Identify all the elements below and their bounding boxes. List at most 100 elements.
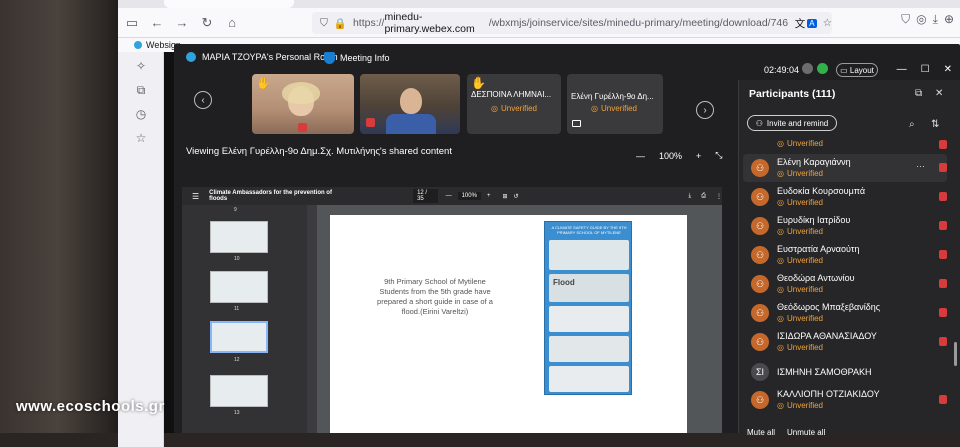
pdf-zoom-in-icon[interactable]: + <box>487 193 491 199</box>
green-status-icon[interactable] <box>817 63 828 74</box>
search-icon[interactable]: ⌕ <box>909 119 915 130</box>
pdf-more-icon[interactable]: ⋮ <box>716 193 722 200</box>
participant-row[interactable]: ⚇ ΚΑΛΛΙΟΠΗ ΟΤΖΙΑΚΙΔΟΥ Unverified <box>743 386 947 414</box>
layout-button[interactable]: ▭ Layout <box>836 63 878 77</box>
video-tile-2[interactable] <box>360 74 460 134</box>
mic-muted-icon[interactable] <box>939 221 947 230</box>
mic-muted-icon[interactable] <box>939 308 947 317</box>
sidebar-toggle-icon[interactable]: ▭ <box>121 12 143 34</box>
tile-status: Unverified <box>591 104 637 113</box>
pdf-toolbar: ☰ Climate Ambassadors for the prevention… <box>182 187 722 205</box>
mic-muted-icon[interactable] <box>939 140 947 149</box>
account-icon[interactable]: ◎ <box>916 12 926 27</box>
participant-row[interactable]: ΣΙ ΙΣΜΗΝΗ ΣΑΜΟΘΡΑΚΗ <box>743 358 947 386</box>
url-path: /wbxmjs/joinservice/sites/minedu-primary… <box>488 17 789 29</box>
pocket-icon[interactable]: ⛉ <box>901 12 910 27</box>
participant-status: Unverified <box>777 139 823 148</box>
pdf-fit-icon[interactable]: ⊞ <box>502 193 507 200</box>
downloads-icon[interactable]: ⤓ <box>933 12 938 27</box>
popout-icon[interactable]: ⧉ <box>915 88 922 99</box>
participant-row[interactable]: ⚇ ΙΣΙΔΩΡΑ ΑΘΑΝΑΣΙΑΔΟΥ Unverified <box>743 328 947 356</box>
close-icon[interactable]: ✕ <box>944 64 952 75</box>
avatar: ⚇ <box>751 159 769 177</box>
forward-icon[interactable]: → <box>171 12 193 34</box>
pdf-thumbnail[interactable] <box>210 375 268 407</box>
mic-muted-icon[interactable] <box>939 337 947 346</box>
participant-name: Ευδοκία Κουρσουμπά <box>777 186 866 196</box>
participant-name: ΚΑΛΛΙΟΠΗ ΟΤΖΙΑΚΙΔΟΥ <box>777 389 880 399</box>
participant-row-partial[interactable]: Unverified <box>743 138 947 152</box>
participant-status: Unverified <box>777 401 823 410</box>
pdf-download-icon[interactable]: ⤓ <box>689 193 692 200</box>
browser-sidebar: ✧ ⧉ ◷ ☆ <box>118 52 164 447</box>
reload-icon[interactable]: ↻ <box>196 12 218 34</box>
mic-muted-icon[interactable] <box>939 250 947 259</box>
mic-muted-icon[interactable] <box>939 163 947 172</box>
url-bar[interactable]: ⛉ 🔒 https://minedu-primary.webex.com/wbx… <box>312 11 832 35</box>
browser-toolbar: ▭ ← → ↻ ⌂ ⛉ 🔒 https://minedu-primary.web… <box>118 8 960 38</box>
participant-row[interactable]: ⚇ Ελένη Καραγιάννη Unverified ⋯ <box>743 154 947 182</box>
bookmarks-icon[interactable]: ☆ <box>133 130 149 146</box>
fit-screen-icon[interactable]: ⤡ <box>715 150 722 161</box>
lock-icon: 🔒 <box>333 17 347 30</box>
pdf-thumbnail-selected[interactable] <box>210 321 268 353</box>
browser-tab[interactable] <box>164 0 294 8</box>
pdf-title: Climate Ambassadors for the prevention o… <box>209 190 332 202</box>
avatar: ⚇ <box>751 275 769 293</box>
video-tile-1[interactable]: ✋ <box>252 74 354 134</box>
history-icon[interactable]: ◷ <box>133 106 149 122</box>
participant-row[interactable]: ⚇ Θεοδώρα Αντωνίου Unverified <box>743 270 947 298</box>
translate-icon[interactable]: 文 <box>795 16 806 31</box>
translate-badge: A <box>807 18 817 28</box>
synced-tabs-icon[interactable]: ⧉ <box>133 82 149 98</box>
minimize-icon[interactable]: — <box>897 64 907 75</box>
participant-row[interactable]: ⚇ Ευστρατία Αρναούτη Unverified <box>743 241 947 269</box>
more-options-icon[interactable]: ⋯ <box>916 161 925 172</box>
participant-row[interactable]: ⚇ Ευρυδίκη Ιατρίδου Unverified <box>743 212 947 240</box>
sort-icon[interactable]: ⇅ <box>931 119 939 130</box>
prev-tiles-arrow-icon[interactable]: ‹ <box>194 91 212 109</box>
participant-status: Unverified <box>777 343 823 352</box>
home-icon[interactable]: ⌂ <box>221 12 243 34</box>
bookmark-star-icon[interactable]: ☆ <box>823 17 832 29</box>
thumb-number: 9 <box>234 207 237 213</box>
url-prefix: https:// <box>352 17 385 29</box>
pdf-zoom-level[interactable]: 100% <box>457 192 481 200</box>
avatar-initials: ΣΙ <box>751 363 769 381</box>
raised-hand-icon: ✋ <box>471 76 486 90</box>
back-icon[interactable]: ← <box>146 12 168 34</box>
mic-muted-icon[interactable] <box>939 279 947 288</box>
participant-status: Unverified <box>777 227 823 236</box>
extensions-icon[interactable]: ⊕ <box>944 12 954 27</box>
mic-muted-icon[interactable] <box>939 192 947 201</box>
raised-hand-icon: ✋ <box>256 76 271 90</box>
pdf-page-indicator[interactable]: 12 / 35 <box>413 189 438 203</box>
participant-row[interactable]: ⚇ Θεόδωρος Μπαξεβανίδης Unverified <box>743 299 947 327</box>
zoom-in-button[interactable]: + <box>696 151 701 161</box>
meeting-info-button[interactable]: Meeting Info <box>324 52 390 64</box>
pdf-menu-icon[interactable]: ☰ <box>192 192 199 201</box>
url-host: minedu-primary.webex.com <box>384 11 475 35</box>
participant-row[interactable]: ⚇ Ευδοκία Κουρσουμπά Unverified <box>743 183 947 211</box>
connection-status-icon[interactable] <box>802 63 813 74</box>
pdf-thumbnail-pane: 9 10 11 12 13 <box>182 205 307 433</box>
participant-tile-4[interactable]: Ελένη Γυρέλλη-9ο Δη... Unverified <box>567 74 663 134</box>
maximize-icon[interactable]: ☐ <box>921 64 930 75</box>
pdf-thumbnail[interactable] <box>210 221 268 253</box>
pdf-thumbnail[interactable] <box>210 271 268 303</box>
participant-tile-3[interactable]: ✋ ΔΕΣΠΟΙΝΑ ΛΗΜΝΑΙ... Unverified <box>467 74 561 134</box>
tile-status: Unverified <box>491 104 537 113</box>
mic-muted-icon[interactable] <box>939 395 947 404</box>
ai-sparkle-icon[interactable]: ✧ <box>133 58 149 74</box>
zoom-out-button[interactable]: — <box>636 151 645 161</box>
close-panel-icon[interactable]: ✕ <box>935 88 943 99</box>
next-tiles-arrow-icon[interactable]: › <box>696 101 714 119</box>
participant-status: Unverified <box>777 169 823 178</box>
pdf-print-icon[interactable]: ⎙ <box>701 193 706 200</box>
pdf-zoom-out-icon[interactable]: — <box>446 193 452 199</box>
pdf-page: 9th Primary School of Mytilene Students … <box>330 215 687 433</box>
participant-status: Unverified <box>777 285 823 294</box>
invite-and-remind-button[interactable]: ⚇ Invite and remind <box>747 115 837 131</box>
pdf-rotate-icon[interactable]: ↺ <box>514 193 519 200</box>
participants-scrollbar[interactable] <box>954 342 957 366</box>
